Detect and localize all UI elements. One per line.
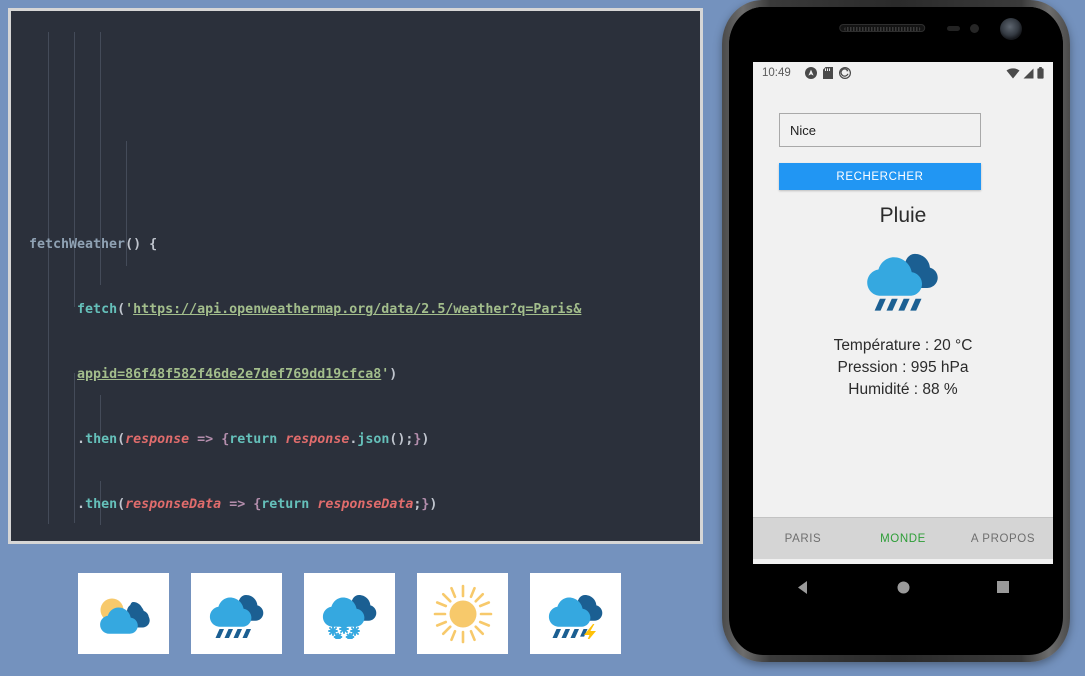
code-line: .then(responseData => {return responseDa… <box>77 497 438 513</box>
status-right-cluster <box>1006 67 1044 79</box>
code-content: fetchWeather() { fetch('https://api.open… <box>11 11 700 541</box>
sync-icon <box>838 67 851 79</box>
phone-screen: 10:49 Nice RECHERCHER Pluie Température … <box>753 62 1053 564</box>
code-line: fetchWeather() { <box>29 237 158 253</box>
tab-monde[interactable]: MONDE <box>853 533 953 545</box>
bottom-tab-bar: PARIS MONDE A PROPOS <box>753 517 1053 559</box>
city-input[interactable]: Nice <box>779 113 981 147</box>
code-line: appid=86f48f582f46de2e7def769dd19cfca8') <box>77 367 398 383</box>
android-navigation-bar <box>753 564 1053 610</box>
code-editor-panel[interactable]: fetchWeather() { fetch('https://api.open… <box>8 8 703 544</box>
code-line: fetch('https://api.openweathermap.org/da… <box>77 302 582 318</box>
sun-icon <box>432 583 494 645</box>
weather-icon-strip <box>78 573 621 654</box>
icon-card-snow[interactable] <box>304 573 395 654</box>
light-sensor-icon <box>970 24 979 33</box>
rain-icon <box>861 246 945 317</box>
weather-icon-container <box>779 246 1027 317</box>
back-icon[interactable] <box>786 570 820 604</box>
code-line: .then(response => {return response.json(… <box>77 432 430 448</box>
phone-mockup: 10:49 Nice RECHERCHER Pluie Température … <box>722 0 1070 662</box>
icon-card-rain[interactable] <box>191 573 282 654</box>
weather-stats: Température : 20 °C Pression : 995 hPa H… <box>779 335 1027 401</box>
stat-temperature: Température : 20 °C <box>833 337 973 354</box>
search-button-label: RECHERCHER <box>836 170 924 183</box>
snow-icon <box>319 589 381 639</box>
icon-card-sun[interactable] <box>417 573 508 654</box>
phone-bezel: 10:49 Nice RECHERCHER Pluie Température … <box>729 7 1063 655</box>
tab-a-propos[interactable]: A PROPOS <box>953 533 1053 545</box>
city-input-value: Nice <box>790 122 817 138</box>
stat-pressure: Pression : 995 hPa <box>837 359 969 376</box>
android-status-bar: 10:49 <box>753 62 1053 84</box>
adb-icon <box>804 67 817 79</box>
sdcard-icon <box>822 67 833 79</box>
recents-icon[interactable] <box>986 570 1020 604</box>
stat-humidity: Humidité : 88 % <box>848 381 958 398</box>
signal-icon <box>1023 68 1034 79</box>
status-left-cluster: 10:49 <box>762 67 851 79</box>
rain-icon <box>206 589 268 639</box>
wifi-icon <box>1006 67 1020 79</box>
proximity-sensor-icon <box>947 26 960 31</box>
tab-paris[interactable]: PARIS <box>753 533 853 545</box>
phone-top-hardware <box>729 7 1063 62</box>
weather-condition-label: Pluie <box>879 204 927 227</box>
home-icon[interactable] <box>886 570 920 604</box>
icon-card-partly-cloudy[interactable] <box>78 573 169 654</box>
status-time: 10:49 <box>762 67 791 79</box>
earpiece-speaker-icon <box>839 24 926 32</box>
front-camera-icon <box>1000 18 1022 40</box>
icon-card-thunderstorm[interactable] <box>530 573 621 654</box>
partly-cloudy-icon <box>93 591 155 637</box>
battery-icon <box>1037 67 1044 79</box>
thunderstorm-icon <box>545 589 607 639</box>
weather-app-body: Nice RECHERCHER Pluie Température: 20 °… <box>753 113 1053 559</box>
search-button[interactable]: RECHERCHER <box>779 163 981 190</box>
